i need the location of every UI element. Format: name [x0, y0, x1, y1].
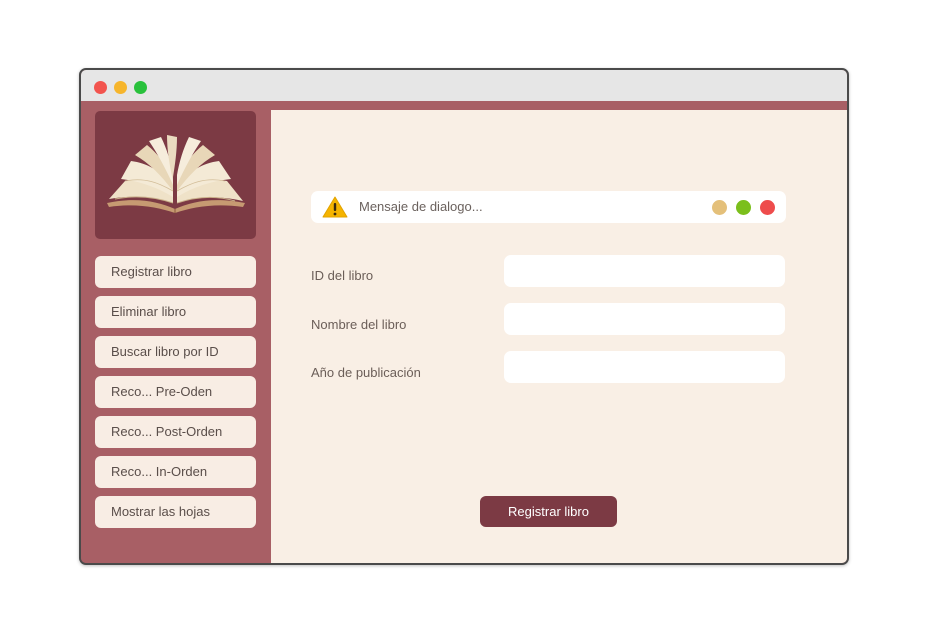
sidebar-item-recorrido-postorden[interactable]: Reco... Post-Orden — [95, 416, 256, 448]
dialog-message-bar: Mensaje de dialogo... — [311, 191, 786, 223]
warning-icon — [322, 196, 348, 218]
status-dot-yellow — [712, 200, 727, 215]
logo-panel — [95, 111, 256, 239]
app-window: Registrar libro Eliminar libro Buscar li… — [79, 68, 849, 565]
minimize-window-button[interactable] — [114, 81, 127, 94]
sidebar-item-registrar-libro[interactable]: Registrar libro — [95, 256, 256, 288]
open-book-icon — [107, 135, 245, 213]
book-name-label: Nombre del libro — [311, 317, 407, 332]
book-id-label: ID del libro — [311, 268, 374, 283]
sidebar: Registrar libro Eliminar libro Buscar li… — [81, 110, 271, 563]
maximize-window-button[interactable] — [134, 81, 147, 94]
book-id-input[interactable] — [504, 255, 785, 287]
publication-year-label: Año de publicación — [311, 365, 421, 380]
dialog-message-text: Mensaje de dialogo... — [359, 199, 483, 214]
sidebar-item-recorrido-inorden[interactable]: Reco... In-Orden — [95, 456, 256, 488]
main-panel: Mensaje de dialogo... ID del libro Nombr… — [271, 110, 847, 563]
book-name-input[interactable] — [504, 303, 785, 335]
status-dot-green — [736, 200, 751, 215]
register-book-button[interactable]: Registrar libro — [480, 496, 617, 527]
close-window-button[interactable] — [94, 81, 107, 94]
title-bar — [81, 70, 847, 101]
sidebar-item-buscar-libro[interactable]: Buscar libro por ID — [95, 336, 256, 368]
sidebar-item-recorrido-preorden[interactable]: Reco... Pre-Oden — [95, 376, 256, 408]
sidebar-item-mostrar-hojas[interactable]: Mostrar las hojas — [95, 496, 256, 528]
header-accent-strip — [81, 101, 847, 110]
sidebar-item-eliminar-libro[interactable]: Eliminar libro — [95, 296, 256, 328]
status-dot-red — [760, 200, 775, 215]
publication-year-input[interactable] — [504, 351, 785, 383]
